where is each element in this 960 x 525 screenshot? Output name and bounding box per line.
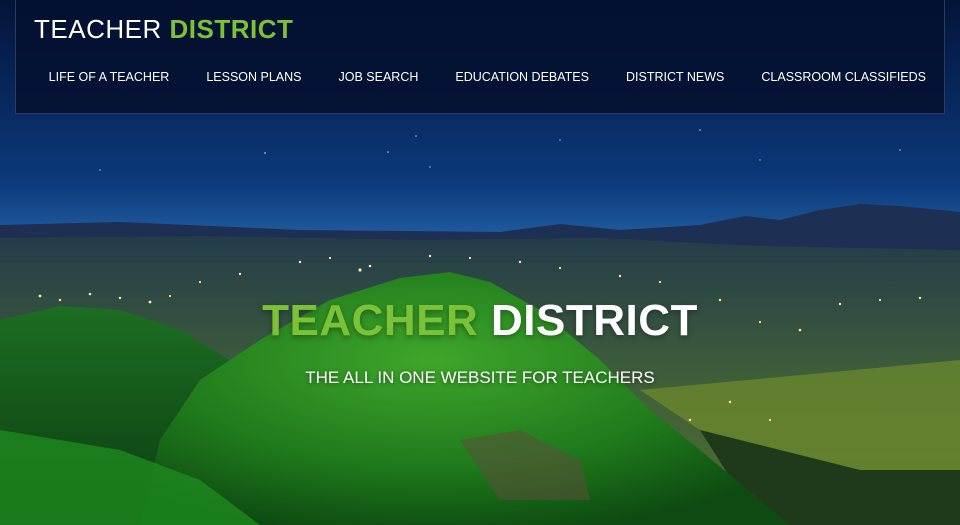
- hero-title-district: DISTRICT: [491, 296, 698, 345]
- nav-job-search[interactable]: JOB SEARCH: [339, 70, 419, 84]
- nav-district-news[interactable]: DISTRICT NEWS: [626, 70, 724, 84]
- site-header: TEACHER DISTRICT LIFE OF A TEACHER LESSO…: [15, 0, 945, 114]
- hero-tagline: THE ALL IN ONE WEBSITE FOR TEACHERS: [305, 368, 655, 387]
- hero-title-teacher: TEACHER: [262, 296, 479, 345]
- logo-word-district: DISTRICT: [169, 14, 294, 44]
- main-nav: LIFE OF A TEACHER LESSON PLANS JOB SEARC…: [12, 70, 926, 84]
- nav-education-debates[interactable]: EDUCATION DEBATES: [455, 70, 589, 84]
- nav-life-of-a-teacher[interactable]: LIFE OF A TEACHER: [49, 70, 170, 84]
- site-logo[interactable]: TEACHER DISTRICT: [34, 14, 293, 45]
- hero-title: TEACHER DISTRICT: [0, 296, 960, 346]
- nav-classroom-classifieds[interactable]: CLASSROOM CLASSIFIEDS: [761, 70, 926, 84]
- nav-lesson-plans[interactable]: LESSON PLANS: [206, 70, 301, 84]
- logo-word-teacher: TEACHER: [34, 14, 162, 44]
